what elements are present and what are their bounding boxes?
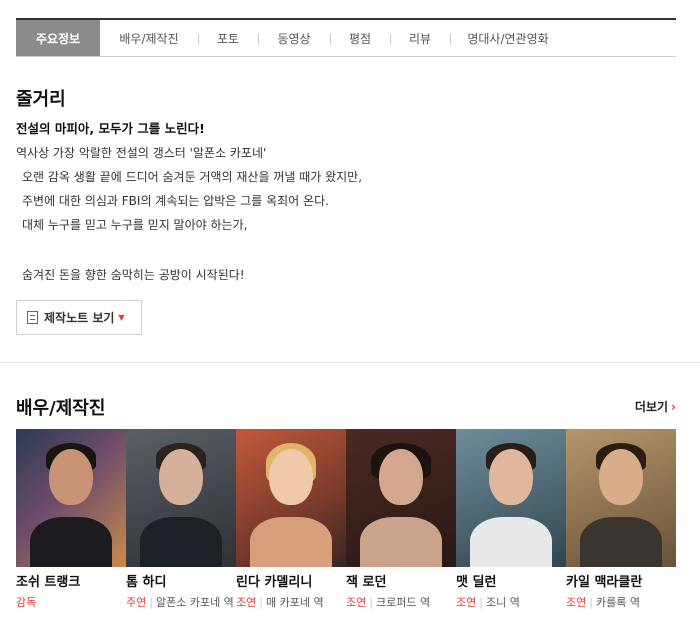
cast-name[interactable]: 톰 하디 [126, 571, 166, 590]
separator: | [479, 596, 483, 609]
chevron-right-icon: › [671, 400, 676, 414]
synopsis-line: 숨겨진 돈을 향한 숨막히는 공방이 시작된다! [22, 268, 245, 282]
synopsis-line: 대체 누구를 믿고 누구를 믿지 말아야 하는가, [22, 218, 248, 232]
cast-character: 카를록 역 [595, 596, 640, 609]
cast-role-type: 주연 [126, 596, 147, 609]
cast-heading: 배우/제작진 [16, 398, 106, 419]
separator: | [369, 596, 373, 609]
cast-name[interactable]: 카일 맥라클란 [566, 571, 642, 590]
cast-role: 주연 | 알폰소 카포네 역 [126, 593, 234, 613]
tab-review[interactable]: 리뷰 [390, 20, 450, 56]
cast-role: 조연 | 카를록 역 [566, 593, 674, 613]
cast-role: 조연 | 크로퍼드 역 [346, 593, 454, 613]
cast-character: 알폰소 카포네 역 [155, 596, 234, 609]
synopsis-line: 오랜 감옥 생활 끝에 드디어 숨겨둔 거액의 재산을 꺼낼 때가 왔지만, [22, 170, 363, 184]
caret-down-icon: ▼ [118, 313, 125, 322]
cast-list: 조쉬 트랭크 감독 톰 하디 주연 | 알폰소 카포네 역 린다 카델리니 조연 | 매… [16, 429, 676, 629]
cast-name[interactable]: 린다 카델리니 [236, 571, 312, 590]
cast-character: 매 카포네 역 [265, 596, 324, 609]
cast-photo [456, 429, 566, 567]
cast-card[interactable]: 조쉬 트랭크 감독 [16, 429, 126, 629]
cast-name[interactable]: 잭 로던 [346, 571, 386, 590]
cast-name[interactable]: 맷 딜런 [456, 571, 496, 590]
cast-photo [16, 429, 126, 567]
tab-main-info[interactable]: 주요정보 [16, 20, 100, 56]
cast-card[interactable]: 린다 카델리니 조연 | 매 카포네 역 [236, 429, 346, 629]
synopsis-line: 주변에 대한 의심과 FBI의 계속되는 압박은 그를 옥죄어 온다. [22, 194, 329, 208]
cast-photo [236, 429, 346, 567]
tab-photo[interactable]: 포토 [198, 20, 258, 56]
cast-role: 감독 [16, 593, 124, 613]
cast-card[interactable]: 맷 딜런 조연 | 조니 역 [456, 429, 566, 629]
synopsis-headline: 전설의 마피아, 모두가 그를 노린다! [16, 121, 205, 136]
more-label: 더보기 [634, 400, 669, 414]
cast-photo [126, 429, 236, 567]
synopsis-heading: 줄거리 [16, 89, 66, 110]
cast-role-type: 조연 [346, 596, 367, 609]
separator: | [149, 596, 153, 609]
separator: | [259, 596, 263, 609]
synopsis-line: 역사상 가장 악랄한 전설의 갱스터 '알폰소 카포네' [16, 146, 267, 160]
cast-card[interactable]: 톰 하디 주연 | 알폰소 카포네 역 [126, 429, 236, 629]
tab-rating[interactable]: 평점 [330, 20, 390, 56]
cast-photo [346, 429, 456, 567]
cast-card[interactable]: 잭 로던 조연 | 크로퍼드 역 [346, 429, 456, 629]
separator: | [589, 596, 593, 609]
cast-name[interactable]: 조쉬 트랭크 [16, 571, 80, 590]
tab-quotes-related[interactable]: 명대사/연관영화 [450, 20, 566, 56]
cast-photo [566, 429, 676, 567]
document-icon [27, 311, 38, 324]
production-notes-button[interactable]: 제작노트 보기 ▼ [16, 300, 142, 335]
cast-character: 크로퍼드 역 [375, 596, 431, 609]
cast-role-type: 조연 [566, 596, 587, 609]
cast-card[interactable]: 카일 맥라클란 조연 | 카를록 역 [566, 429, 676, 629]
more-link[interactable]: 더보기 › [635, 398, 676, 415]
tab-video[interactable]: 동영상 [258, 20, 330, 56]
cast-role: 조연 | 매 카포네 역 [236, 593, 344, 613]
tab-bar: 주요정보 배우/제작진 포토 동영상 평점 리뷰 명대사/연관영화 [16, 18, 676, 57]
production-notes-label: 제작노트 보기 [44, 311, 115, 325]
cast-role-type: 조연 [456, 596, 477, 609]
cast-role: 조연 | 조니 역 [456, 593, 564, 613]
cast-role-type: 조연 [236, 596, 257, 609]
cast-character: 조니 역 [485, 596, 520, 609]
tab-cast-crew[interactable]: 배우/제작진 [100, 20, 198, 56]
cast-role-type: 감독 [16, 596, 37, 609]
section-divider [0, 362, 700, 363]
